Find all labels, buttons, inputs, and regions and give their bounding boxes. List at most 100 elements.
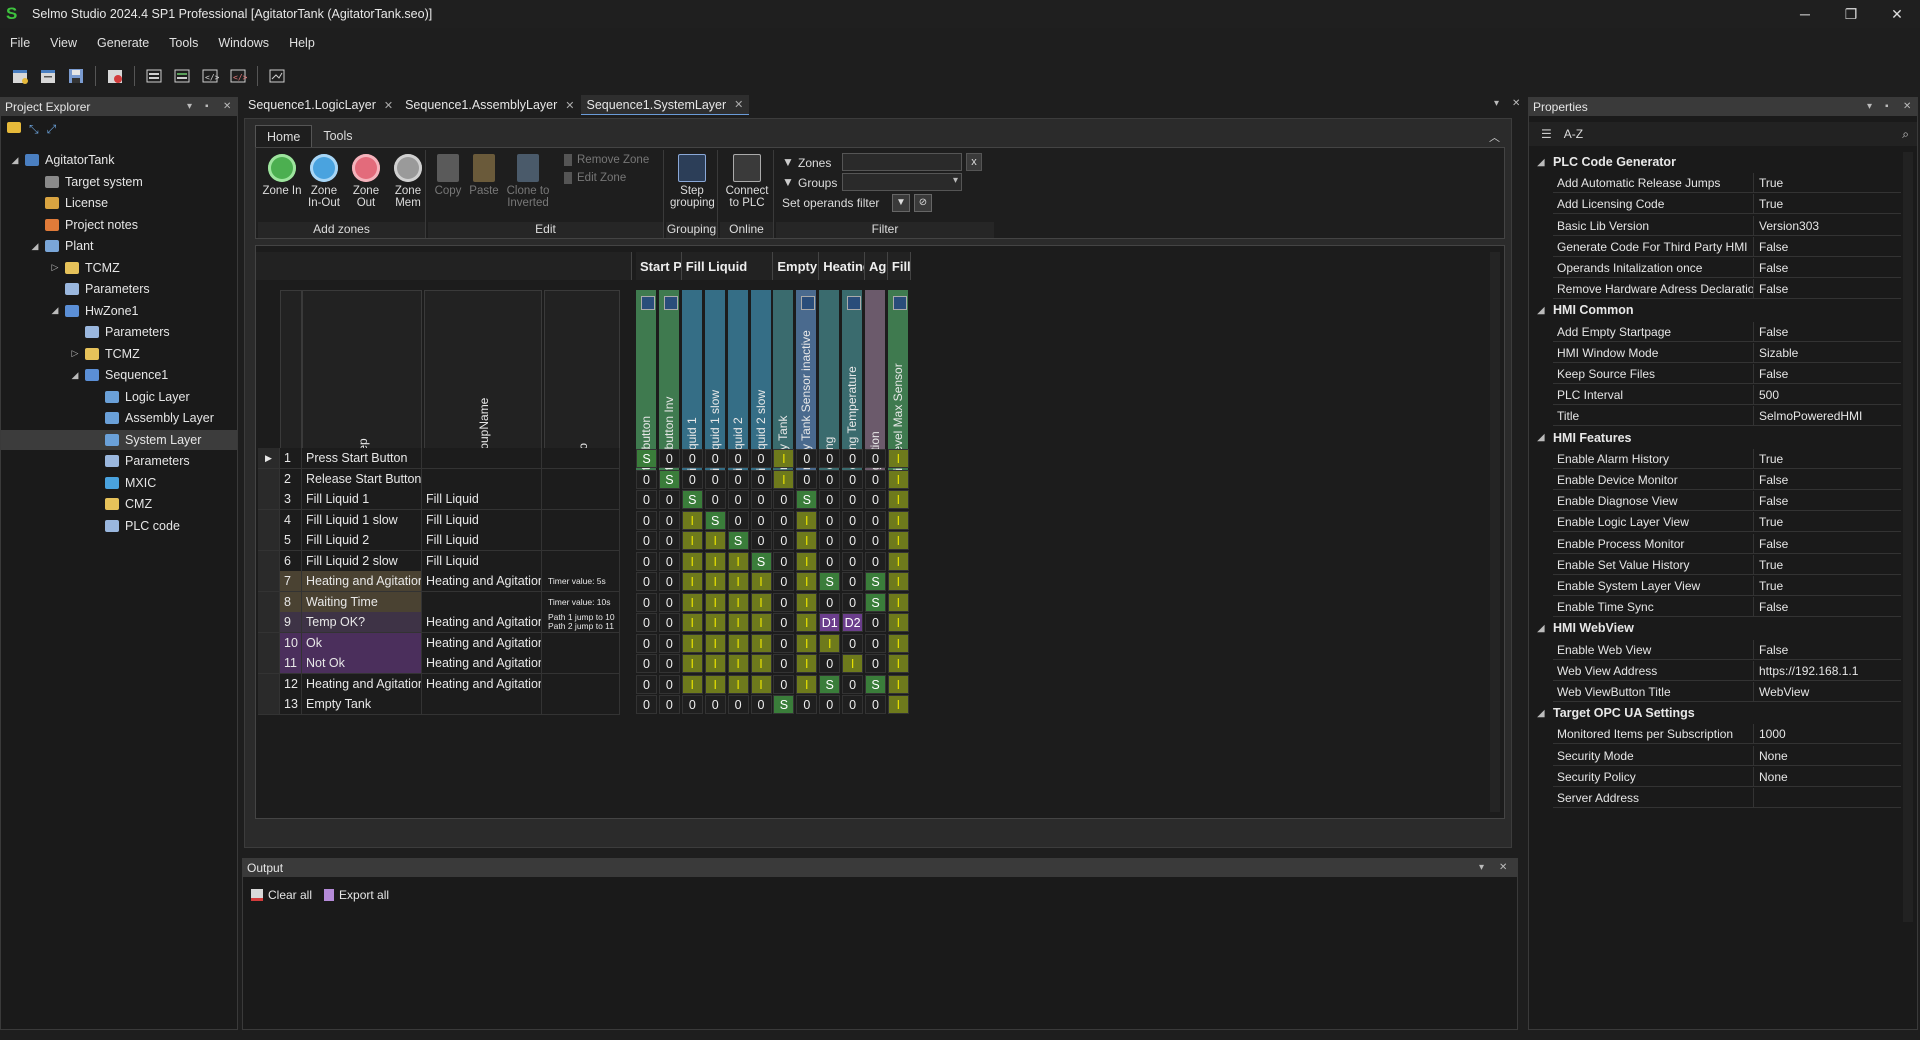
operand-cell[interactable]: I [727,633,749,653]
property-value[interactable]: True [1759,197,1783,211]
menu-windows[interactable]: Windows [208,36,279,50]
operand-cell[interactable]: I [796,654,818,673]
tree-expander-icon[interactable]: ◢ [49,305,61,316]
operand-cell[interactable]: S [819,572,841,591]
clear-operands-filter-icon[interactable]: ⊘ [914,194,932,212]
tree-item[interactable]: MXIC [1,473,237,493]
property-value[interactable]: Version303 [1759,219,1819,233]
operand-cell[interactable]: S [704,510,726,530]
tab-close-icon[interactable]: ✕ [384,99,393,112]
operand-cell[interactable]: 0 [727,490,749,509]
operand-cell[interactable]: 0 [658,449,680,468]
tree-expander-icon[interactable]: ◢ [29,241,41,252]
step-name[interactable]: Fill Liquid 1 [302,489,422,510]
operand-cell[interactable]: I [681,551,703,571]
remove-zone-button[interactable]: Remove Zone [564,154,649,166]
operand-cell[interactable]: 0 [658,510,680,530]
table-row[interactable]: 12 Heating and Agitation Heating and Agita… [256,673,1486,695]
property-value[interactable]: False [1759,600,1788,614]
property-row[interactable]: Enable Web View False [1553,639,1901,660]
table-row[interactable]: 6 Fill Liquid 2 slow Fill Liquid 0 0 I I I S 0 I 0 0… [256,550,1486,572]
operand-cell[interactable]: 0 [681,449,703,468]
operand-cell[interactable]: 0 [658,695,680,714]
tree-item[interactable]: ◢ AgitatorTank [1,150,237,170]
tree-item[interactable]: Parameters [1,322,237,342]
tab-close-icon[interactable]: ✕ [565,99,574,112]
operand-cell[interactable]: S [636,449,657,468]
operand-cell[interactable]: I [887,592,909,612]
operand-cell[interactable]: I [704,654,726,673]
operand-cell[interactable]: I [796,510,818,530]
operand-cell[interactable]: 0 [865,490,886,509]
property-value[interactable]: False [1759,537,1788,551]
paste-button[interactable]: Paste [468,154,500,197]
assembly-layer-view-icon[interactable] [170,65,194,87]
operand-cell[interactable]: 0 [750,490,772,509]
property-row[interactable]: Enable Alarm History True [1553,448,1901,469]
operand-cell[interactable]: S [658,469,680,489]
property-value[interactable]: SelmoPoweredHMI [1759,409,1862,423]
operand-cell[interactable]: 0 [750,449,772,468]
property-value[interactable]: True [1759,579,1783,593]
property-value[interactable]: 500 [1759,388,1779,402]
operand-cell[interactable]: 0 [636,592,657,612]
operand-cell[interactable]: 0 [727,695,749,714]
tree-item[interactable]: CMZ [1,494,237,514]
operand-cell[interactable]: 0 [773,510,795,530]
operand-cell[interactable]: 0 [681,469,703,489]
connect-to-plc-button[interactable]: Connect to PLC [724,154,770,209]
property-row[interactable]: Keep Source Files False [1553,364,1901,384]
search-icon[interactable]: ⌕ [1902,127,1909,142]
plc-code-view-icon[interactable]: </> [226,65,250,87]
row-selector[interactable] [258,591,280,613]
operand-cell[interactable]: 0 [819,449,841,468]
operand-cell[interactable]: 0 [658,613,680,632]
operand-cell[interactable]: I [750,592,772,612]
operand-cell[interactable]: I [681,613,703,632]
step-grouping-button[interactable]: Step grouping [670,154,715,209]
operand-cell[interactable]: I [681,592,703,612]
row-selector[interactable] [258,673,280,695]
tree-item[interactable]: ◢ Plant [1,236,237,256]
operands-filter-icon[interactable]: ▼ [892,194,910,212]
operand-cell[interactable]: I [887,674,909,694]
property-row[interactable]: Security Mode None [1553,745,1901,766]
tree-item[interactable]: System Layer [1,429,237,450]
operand-cell[interactable]: 0 [773,490,795,509]
operand-cell[interactable]: I [681,674,703,694]
row-selector[interactable] [258,509,280,531]
tab-assembly-layer[interactable]: Sequence1.AssemblyLayer ✕ [399,95,580,115]
operand-cell[interactable]: 0 [750,510,772,530]
menu-generate[interactable]: Generate [87,36,159,50]
step-name[interactable]: Fill Liquid 2 [302,530,422,551]
save-icon[interactable] [64,65,88,87]
tree-item[interactable]: ◢ HwZone1 [1,301,237,321]
tree-item[interactable]: Assembly Layer [1,408,237,428]
property-category[interactable]: ◢ PLC Code Generator [1529,152,1901,172]
step-name[interactable]: Press Start Button [302,448,422,469]
operand-cell[interactable]: I [773,449,795,468]
properties-scrollbar[interactable] [1903,152,1913,922]
operand-cell[interactable]: I [796,592,818,612]
operand-cell[interactable]: I [819,633,841,653]
operand-cell[interactable]: 0 [842,449,864,468]
property-value[interactable]: True [1759,452,1783,466]
categorized-view-icon[interactable]: ☰ [1541,127,1552,141]
row-selector[interactable] [258,530,280,551]
operand-cell[interactable]: 0 [819,510,841,530]
restore-button[interactable]: ❐ [1828,0,1874,28]
step-name[interactable]: Empty Tank [302,694,422,715]
operand-cell[interactable]: I [887,695,909,714]
expand-all-icon[interactable]: ⤢ [47,122,57,137]
operand-cell[interactable]: 0 [636,633,657,653]
operand-cell[interactable]: 0 [842,572,864,591]
operand-cell[interactable]: 0 [750,469,772,489]
operand-cell[interactable]: I [681,572,703,591]
step-group-name[interactable]: Fill Liquid [422,489,542,510]
groups-filter-select[interactable]: ▾ [842,173,962,191]
operand-cell[interactable]: I [750,654,772,673]
step-name[interactable]: Fill Liquid 2 slow [302,550,422,572]
operand-cell[interactable]: I [727,551,749,571]
operand-cell[interactable]: 0 [842,510,864,530]
property-row[interactable]: Security Policy None [1553,766,1901,787]
